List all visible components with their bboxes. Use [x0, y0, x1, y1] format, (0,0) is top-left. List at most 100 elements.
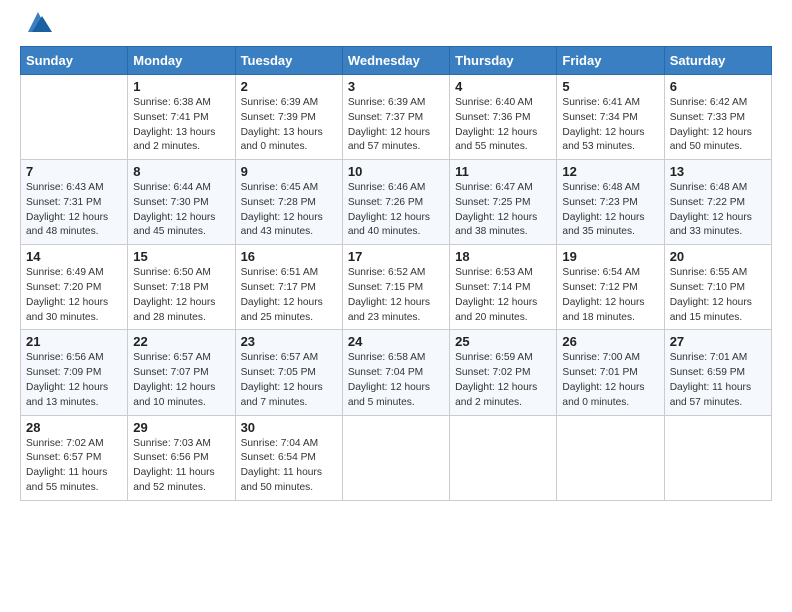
day-info: Sunrise: 6:54 AM Sunset: 7:12 PM Dayligh…: [562, 266, 658, 325]
day-number: 23: [241, 334, 337, 349]
calendar-cell: 29 Sunrise: 7:03 AM Sunset: 6:56 PM Dayli…: [128, 415, 235, 500]
calendar-cell: 6 Sunrise: 6:42 AM Sunset: 7:33 PM Daylig…: [664, 75, 771, 160]
day-number: 30: [241, 420, 337, 435]
day-info: Sunrise: 6:59 AM Sunset: 7:02 PM Dayligh…: [455, 351, 551, 410]
calendar-cell: 19Sunrise: 6:54 AM Sunset: 7:12 PM Dayli…: [557, 245, 664, 330]
calendar-cell: 7 Sunrise: 6:43 AM Sunset: 7:31 PM Daylig…: [21, 160, 128, 245]
calendar-cell: [450, 415, 557, 500]
calendar-cell: [664, 415, 771, 500]
calendar-cell: 24 Sunrise: 6:58 AM Sunset: 7:04 PM Dayli…: [342, 330, 449, 415]
day-number: 10: [348, 164, 444, 179]
day-number: 12: [562, 164, 658, 179]
calendar-cell: 3Sunrise: 6:39 AM Sunset: 7:37 PM Daylig…: [342, 75, 449, 160]
day-number: 4: [455, 79, 551, 94]
calendar-cell: 23 Sunrise: 6:57 AM Sunset: 7:05 PM Dayli…: [235, 330, 342, 415]
calendar-week-row: 21 Sunrise: 6:56 AM Sunset: 7:09 PM Dayli…: [21, 330, 772, 415]
day-number: 13: [670, 164, 766, 179]
day-number: 22: [133, 334, 229, 349]
day-number: 6: [670, 79, 766, 94]
day-number: 25: [455, 334, 551, 349]
day-info: Sunrise: 6:57 AM Sunset: 7:05 PM Dayligh…: [241, 351, 337, 410]
day-info: Sunrise: 6:52 AM Sunset: 7:15 PM Dayligh…: [348, 266, 444, 325]
day-info: Sunrise: 6:46 AM Sunset: 7:26 PM Dayligh…: [348, 181, 444, 240]
col-header-sunday: Sunday: [21, 47, 128, 75]
day-number: 24: [348, 334, 444, 349]
day-info: Sunrise: 7:01 AM Sunset: 6:59 PM Dayligh…: [670, 351, 766, 410]
calendar-cell: 17Sunrise: 6:52 AM Sunset: 7:15 PM Dayli…: [342, 245, 449, 330]
logo-icon: [24, 8, 52, 36]
calendar-cell: 9 Sunrise: 6:45 AM Sunset: 7:28 PM Daylig…: [235, 160, 342, 245]
day-info: Sunrise: 6:43 AM Sunset: 7:31 PM Dayligh…: [26, 181, 122, 240]
calendar-cell: 5 Sunrise: 6:41 AM Sunset: 7:34 PM Daylig…: [557, 75, 664, 160]
day-info: Sunrise: 7:03 AM Sunset: 6:56 PM Dayligh…: [133, 437, 229, 496]
day-info: Sunrise: 6:50 AM Sunset: 7:18 PM Dayligh…: [133, 266, 229, 325]
calendar-cell: 15 Sunrise: 6:50 AM Sunset: 7:18 PM Dayli…: [128, 245, 235, 330]
col-header-wednesday: Wednesday: [342, 47, 449, 75]
day-info: Sunrise: 6:58 AM Sunset: 7:04 PM Dayligh…: [348, 351, 444, 410]
col-header-thursday: Thursday: [450, 47, 557, 75]
calendar-cell: 21 Sunrise: 6:56 AM Sunset: 7:09 PM Dayli…: [21, 330, 128, 415]
day-info: Sunrise: 6:53 AM Sunset: 7:14 PM Dayligh…: [455, 266, 551, 325]
calendar-cell: [342, 415, 449, 500]
calendar-cell: 22 Sunrise: 6:57 AM Sunset: 7:07 PM Dayli…: [128, 330, 235, 415]
day-number: 14: [26, 249, 122, 264]
day-info: Sunrise: 6:57 AM Sunset: 7:07 PM Dayligh…: [133, 351, 229, 410]
day-info: Sunrise: 6:39 AM Sunset: 7:39 PM Dayligh…: [241, 96, 337, 155]
calendar-week-row: 1 Sunrise: 6:38 AM Sunset: 7:41 PM Daylig…: [21, 75, 772, 160]
calendar-cell: [557, 415, 664, 500]
day-number: 28: [26, 420, 122, 435]
day-info: Sunrise: 6:44 AM Sunset: 7:30 PM Dayligh…: [133, 181, 229, 240]
col-header-monday: Monday: [128, 47, 235, 75]
calendar-cell: 14 Sunrise: 6:49 AM Sunset: 7:20 PM Dayli…: [21, 245, 128, 330]
day-info: Sunrise: 6:39 AM Sunset: 7:37 PM Dayligh…: [348, 96, 444, 155]
day-number: 5: [562, 79, 658, 94]
day-number: 11: [455, 164, 551, 179]
day-number: 9: [241, 164, 337, 179]
day-number: 8: [133, 164, 229, 179]
day-number: 21: [26, 334, 122, 349]
calendar-cell: 8 Sunrise: 6:44 AM Sunset: 7:30 PM Daylig…: [128, 160, 235, 245]
calendar-cell: [21, 75, 128, 160]
calendar-cell: 20 Sunrise: 6:55 AM Sunset: 7:10 PM Dayli…: [664, 245, 771, 330]
col-header-friday: Friday: [557, 47, 664, 75]
day-number: 26: [562, 334, 658, 349]
calendar-week-row: 7 Sunrise: 6:43 AM Sunset: 7:31 PM Daylig…: [21, 160, 772, 245]
day-number: 7: [26, 164, 122, 179]
calendar-table: SundayMondayTuesdayWednesdayThursdayFrid…: [20, 46, 772, 501]
logo: [20, 18, 52, 36]
calendar-week-row: 28 Sunrise: 7:02 AM Sunset: 6:57 PM Dayli…: [21, 415, 772, 500]
day-info: Sunrise: 6:42 AM Sunset: 7:33 PM Dayligh…: [670, 96, 766, 155]
day-info: Sunrise: 6:41 AM Sunset: 7:34 PM Dayligh…: [562, 96, 658, 155]
day-info: Sunrise: 6:47 AM Sunset: 7:25 PM Dayligh…: [455, 181, 551, 240]
day-info: Sunrise: 7:00 AM Sunset: 7:01 PM Dayligh…: [562, 351, 658, 410]
day-number: 18: [455, 249, 551, 264]
day-number: 20: [670, 249, 766, 264]
col-header-tuesday: Tuesday: [235, 47, 342, 75]
day-info: Sunrise: 6:38 AM Sunset: 7:41 PM Dayligh…: [133, 96, 229, 155]
day-info: Sunrise: 6:55 AM Sunset: 7:10 PM Dayligh…: [670, 266, 766, 325]
day-number: 27: [670, 334, 766, 349]
day-info: Sunrise: 6:45 AM Sunset: 7:28 PM Dayligh…: [241, 181, 337, 240]
day-info: Sunrise: 6:51 AM Sunset: 7:17 PM Dayligh…: [241, 266, 337, 325]
calendar-cell: 30Sunrise: 7:04 AM Sunset: 6:54 PM Dayli…: [235, 415, 342, 500]
calendar-cell: 12 Sunrise: 6:48 AM Sunset: 7:23 PM Dayli…: [557, 160, 664, 245]
day-number: 29: [133, 420, 229, 435]
calendar-cell: 4Sunrise: 6:40 AM Sunset: 7:36 PM Daylig…: [450, 75, 557, 160]
calendar-week-row: 14 Sunrise: 6:49 AM Sunset: 7:20 PM Dayli…: [21, 245, 772, 330]
day-info: Sunrise: 6:48 AM Sunset: 7:22 PM Dayligh…: [670, 181, 766, 240]
page-header: [20, 18, 772, 36]
calendar-cell: 26 Sunrise: 7:00 AM Sunset: 7:01 PM Dayli…: [557, 330, 664, 415]
day-number: 1: [133, 79, 229, 94]
calendar-cell: 28 Sunrise: 7:02 AM Sunset: 6:57 PM Dayli…: [21, 415, 128, 500]
day-info: Sunrise: 6:48 AM Sunset: 7:23 PM Dayligh…: [562, 181, 658, 240]
day-number: 2: [241, 79, 337, 94]
day-number: 15: [133, 249, 229, 264]
day-info: Sunrise: 6:56 AM Sunset: 7:09 PM Dayligh…: [26, 351, 122, 410]
col-header-saturday: Saturday: [664, 47, 771, 75]
calendar-cell: 11 Sunrise: 6:47 AM Sunset: 7:25 PM Dayli…: [450, 160, 557, 245]
calendar-cell: 2 Sunrise: 6:39 AM Sunset: 7:39 PM Daylig…: [235, 75, 342, 160]
day-info: Sunrise: 6:49 AM Sunset: 7:20 PM Dayligh…: [26, 266, 122, 325]
calendar-cell: 10 Sunrise: 6:46 AM Sunset: 7:26 PM Dayli…: [342, 160, 449, 245]
day-info: Sunrise: 7:02 AM Sunset: 6:57 PM Dayligh…: [26, 437, 122, 496]
calendar-cell: 13 Sunrise: 6:48 AM Sunset: 7:22 PM Dayli…: [664, 160, 771, 245]
